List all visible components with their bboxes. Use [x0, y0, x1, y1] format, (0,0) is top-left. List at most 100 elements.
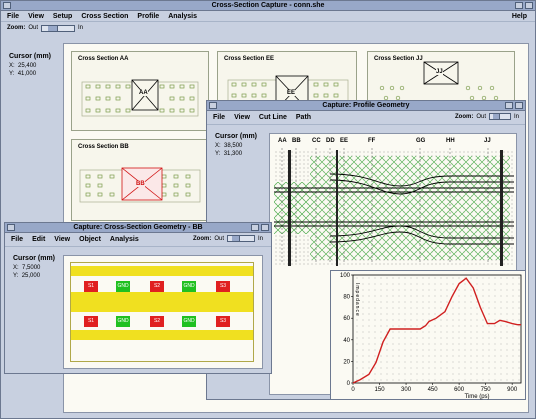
zoom-slider[interactable] [41, 24, 75, 32]
bb-window: Capture: Cross-Section Geometry - BB Fil… [4, 222, 272, 374]
y-tick-label-1: 20 [343, 359, 350, 365]
x-tick-label-3: 450 [428, 387, 439, 393]
bb-y-value: 25,000 [21, 273, 41, 279]
y-tick-label-2: 40 [343, 338, 350, 344]
plot-frame [352, 274, 522, 384]
bb-cursor-label: Cursor (mm) [13, 255, 56, 262]
profile-window-menu-icon[interactable] [209, 102, 217, 109]
main-window-title: Cross-Section Capture - conn.she [211, 2, 325, 9]
zoom-in-label: In [78, 25, 84, 31]
menu-file[interactable]: File [7, 13, 19, 20]
ground-trace-top-2[interactable]: GND [182, 281, 196, 292]
dielectric-core [71, 292, 253, 312]
zoom-out-label: Out [28, 25, 38, 31]
bb-window-menu-icon[interactable] [7, 224, 15, 231]
profile-zoom-in-label: In [513, 113, 519, 120]
bb-title-bar[interactable]: Capture: Cross-Section Geometry - BB [5, 223, 271, 233]
profile-menu-view[interactable]: View [234, 114, 250, 121]
cut-label-hh: HH [446, 138, 455, 144]
bb-menu-analysis[interactable]: Analysis [110, 236, 139, 243]
profile-y-label: Y: [215, 151, 221, 157]
section-marker-aa: AA [139, 90, 148, 96]
x-tick-label-6: 900 [507, 387, 518, 393]
bb-menubar: File Edit View Object Analysis Zoom: Out… [5, 233, 271, 247]
profile-x-label: X: [215, 143, 221, 149]
section-panel-aa[interactable]: Cross Section AA AA [71, 51, 209, 131]
cut-label-cc: CC [312, 138, 321, 144]
window-menu-icon[interactable] [3, 2, 11, 9]
bb-maximize-icon[interactable] [261, 224, 269, 231]
bb-cursor-readout: Cursor (mm) X: 7,5000 Y: 25,000 [13, 255, 55, 281]
plot-grid-dots [356, 277, 520, 381]
menu-setup[interactable]: Setup [53, 13, 72, 20]
zoom-label: Zoom: [7, 25, 26, 31]
profile-menu-cut-line[interactable]: Cut Line [259, 114, 287, 121]
bb-minimize-icon[interactable] [251, 224, 259, 231]
profile-window-title: Capture: Profile Geometry [322, 102, 410, 109]
cut-label-bb: BB [292, 138, 301, 144]
bb-zoom-label: Zoom: [192, 235, 212, 242]
cut-label-aa: AA [278, 138, 287, 144]
bb-zoom-controls: Zoom: Out In [193, 235, 263, 242]
profile-zoom-label: Zoom: [454, 113, 474, 120]
ground-trace-bottom-2[interactable]: GND [182, 316, 196, 327]
minimize-icon[interactable] [515, 2, 523, 9]
y-label: Y: [9, 71, 15, 77]
signal-trace-s3-top[interactable]: S3 [216, 281, 230, 292]
x-tick-label-1: 150 [375, 387, 386, 393]
dielectric-frame [70, 262, 254, 362]
profile-title-bar[interactable]: Capture: Profile Geometry [207, 101, 525, 111]
x-axis-label: Time (ps) [464, 394, 489, 400]
cut-label-ff: FF [368, 138, 376, 144]
menu-view[interactable]: View [28, 13, 44, 20]
ground-trace-bottom-1[interactable]: GND [116, 316, 130, 327]
profile-menu-file[interactable]: File [213, 114, 225, 121]
signal-trace-s2-bottom[interactable]: S2 [150, 316, 164, 327]
bb-y-label: Y: [13, 273, 19, 279]
cut-label-jj: JJ [484, 138, 491, 144]
bb-zoom-in-label: In [257, 235, 263, 242]
maximize-icon[interactable] [525, 2, 533, 9]
bb-x-label: X: [13, 265, 19, 271]
profile-menubar: File View Cut Line Path Zoom: Out In [207, 111, 525, 125]
menu-analysis[interactable]: Analysis [168, 13, 197, 20]
y-axis-label: Impedance [354, 283, 360, 317]
profile-y-value: 31,300 [223, 151, 243, 157]
bb-menu-object[interactable]: Object [79, 236, 101, 243]
signal-trace-s3-bottom[interactable]: S3 [216, 316, 230, 327]
section-marker-ee: EE [287, 90, 296, 96]
profile-maximize-icon[interactable] [515, 102, 523, 109]
menu-help[interactable]: Help [512, 13, 527, 20]
x-tick-label-4: 600 [454, 387, 465, 393]
bb-menu-edit[interactable]: Edit [32, 236, 45, 243]
signal-trace-s2-top[interactable]: S2 [150, 281, 164, 292]
signal-trace-s1-bottom[interactable]: S1 [84, 316, 98, 327]
bb-window-title: Capture: Cross-Section Geometry - BB [73, 224, 203, 231]
section-marker-bb: BB [136, 181, 145, 187]
section-marker-jj: JJ [436, 69, 443, 75]
main-title-bar[interactable]: Cross-Section Capture - conn.she [1, 1, 535, 11]
x-label: X: [9, 63, 15, 69]
cut-label-gg: GG [416, 138, 426, 144]
bb-menu-view[interactable]: View [54, 236, 70, 243]
main-zoom-bar: Zoom: Out In [1, 22, 535, 34]
menu-cross-section[interactable]: Cross Section [81, 13, 128, 20]
signal-trace-s1-top[interactable]: S1 [84, 281, 98, 292]
menu-profile[interactable]: Profile [137, 13, 159, 20]
x-tick-label-2: 300 [401, 387, 412, 393]
profile-cursor-label: Cursor (mm) [215, 133, 258, 140]
bb-menu-file[interactable]: File [11, 236, 23, 243]
profile-zoom-slider[interactable] [488, 113, 511, 120]
x-tick-label-5: 750 [481, 387, 492, 393]
ground-trace-top-1[interactable]: GND [116, 281, 130, 292]
profile-minimize-icon[interactable] [505, 102, 513, 109]
main-cursor-readout: Cursor (mm) X: 25,400 Y: 41,000 [9, 53, 51, 79]
bb-zoom-slider[interactable] [226, 235, 255, 242]
profile-x-value: 38,500 [224, 143, 243, 149]
y-tick-label-5: 100 [340, 273, 351, 279]
bb-x-value: 7,5000 [22, 265, 41, 271]
x-tick-label-0: 0 [351, 387, 355, 393]
section-panel-bb[interactable]: Cross Section BB BB [71, 139, 209, 221]
profile-menu-path[interactable]: Path [296, 114, 311, 121]
bb-canvas[interactable]: S1 GND S2 GND S3 S1 GND S2 GND S3 [63, 255, 263, 369]
